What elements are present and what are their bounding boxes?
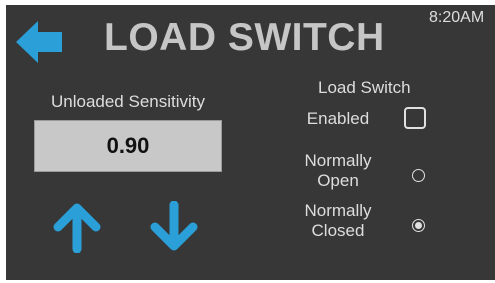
sensitivity-value: 0.90 xyxy=(106,133,150,158)
arrow-left-icon xyxy=(16,21,62,63)
load-switch-screen: LOAD SWITCH 8:20AM Unloaded Sensitivity … xyxy=(6,5,495,280)
sensitivity-label: Unloaded Sensitivity xyxy=(50,92,206,111)
back-button[interactable] xyxy=(16,21,62,63)
normally-closed-line1: Normally xyxy=(304,201,372,220)
sensitivity-value-field[interactable]: 0.90 xyxy=(34,120,222,172)
normally-open-radio[interactable] xyxy=(412,169,425,182)
radio-selected-dot xyxy=(415,222,422,229)
decrease-button[interactable] xyxy=(149,200,199,251)
arrow-down-icon xyxy=(150,200,198,251)
enabled-label: Enabled xyxy=(306,109,370,128)
arrow-up-icon xyxy=(53,203,101,254)
normally-closed-radio[interactable] xyxy=(412,219,425,232)
normally-closed-line2: Closed xyxy=(311,221,365,240)
page-title: LOAD SWITCH xyxy=(104,16,385,59)
normally-open-line2: Open xyxy=(317,171,359,190)
enabled-checkbox[interactable] xyxy=(404,107,426,129)
increase-button[interactable] xyxy=(52,203,102,254)
normally-closed-label: Normally Closed xyxy=(288,201,388,241)
normally-open-line1: Normally xyxy=(304,151,372,170)
load-switch-label: Load Switch xyxy=(318,78,411,97)
clock: 8:20AM xyxy=(429,9,485,26)
normally-open-label: Normally Open xyxy=(288,151,388,191)
